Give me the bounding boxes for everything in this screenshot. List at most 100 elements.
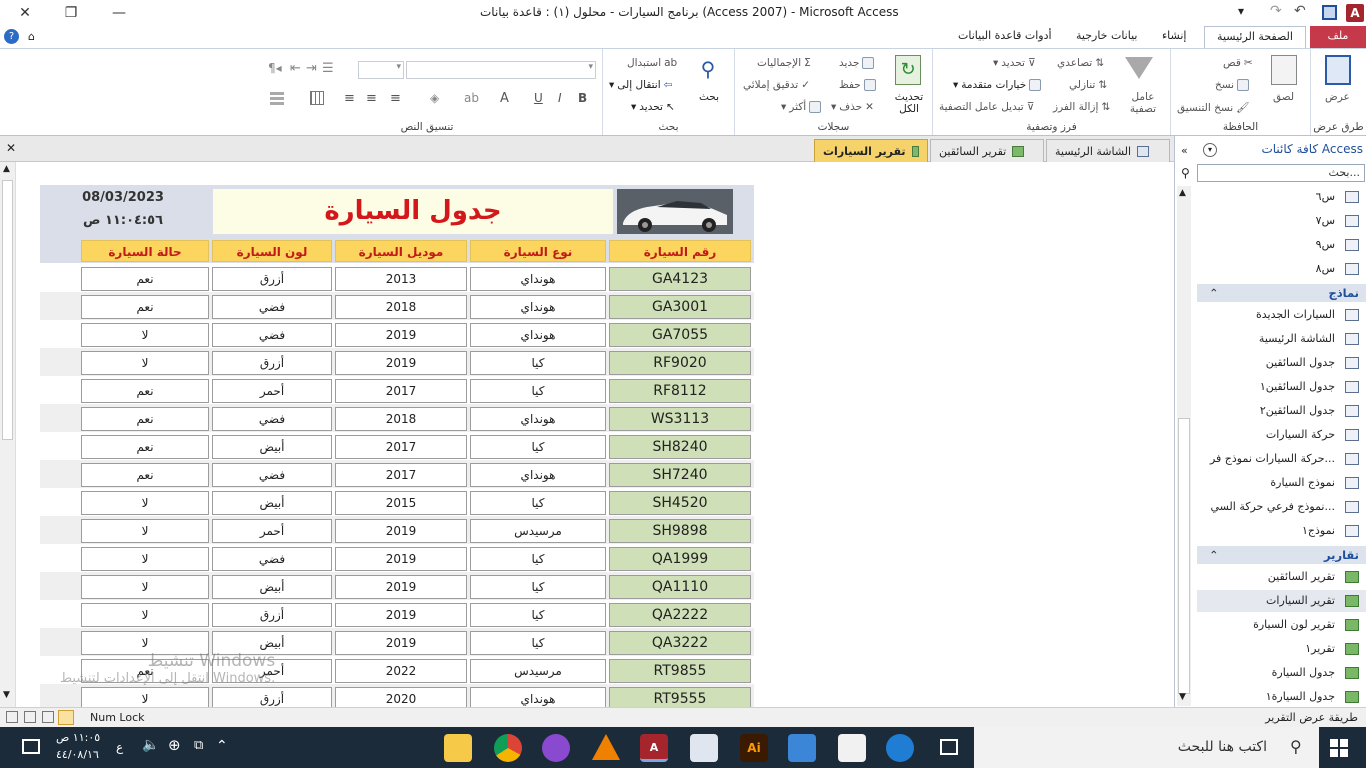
task-view-icon[interactable] xyxy=(940,739,958,755)
numbering-icon[interactable]: ☰ xyxy=(322,61,334,76)
nav-item-query[interactable]: س٦ xyxy=(1197,186,1366,208)
nav-item-form[interactable]: جدول السائقين xyxy=(1197,352,1366,374)
advanced-filter-button[interactable]: ▾ خيارات متقدمة xyxy=(953,79,1042,91)
copy-button[interactable]: نسخ xyxy=(1215,79,1250,91)
nav-section-forms[interactable]: نماذج ⌃ xyxy=(1197,284,1366,302)
nav-item-form[interactable]: السيارات الجديدة xyxy=(1197,304,1366,326)
input-language[interactable]: ع xyxy=(116,740,123,754)
selection-button[interactable]: ▾ تحديد ⊽ xyxy=(993,57,1036,69)
nav-item-query[interactable]: س٧ xyxy=(1197,210,1366,232)
remove-sort-button[interactable]: إزالة الفرز ⇅ xyxy=(1053,101,1110,113)
taskbar-date[interactable]: ٤٤/٠٨/١٦ xyxy=(56,748,99,761)
design-view-icon[interactable] xyxy=(6,711,18,723)
tab-cars-report[interactable]: تقرير السيارات xyxy=(814,139,928,162)
underline-icon[interactable]: U xyxy=(534,91,543,105)
nav-item-report[interactable]: جدول السيارة١ xyxy=(1197,686,1366,708)
nav-search-input[interactable]: بحث... xyxy=(1197,164,1365,182)
illustrator-icon[interactable]: Ai xyxy=(740,734,768,762)
start-windows-icon[interactable] xyxy=(1330,739,1348,757)
binoculars-icon[interactable]: ⚲ xyxy=(695,57,721,81)
vertical-scrollbar[interactable]: ▲ ▼ xyxy=(0,162,16,707)
nav-item-report[interactable]: جدول السيارة xyxy=(1197,662,1366,684)
search-icon[interactable]: ⚲ xyxy=(1181,166,1190,180)
minimize-window-button[interactable]: — xyxy=(108,3,130,23)
nav-item-form[interactable]: نموذج١ xyxy=(1197,520,1366,542)
format-painter-button[interactable]: نسخ التنسيق 🖌 xyxy=(1177,101,1250,115)
tab-drivers-report[interactable]: تقرير السائقين xyxy=(930,139,1044,162)
nav-item-query[interactable]: س٩ xyxy=(1197,234,1366,256)
close-document-icon[interactable]: ✕ xyxy=(6,141,16,155)
scroll-thumb[interactable] xyxy=(2,180,13,440)
nav-item-form[interactable]: الشاشة الرئيسية xyxy=(1197,328,1366,350)
filter-icon[interactable] xyxy=(1125,57,1153,79)
print-preview-icon[interactable] xyxy=(42,711,54,723)
save-icon[interactable] xyxy=(1322,5,1337,20)
font-name-dropdown[interactable]: ▾ xyxy=(406,61,596,79)
taskbar-search-icon[interactable]: ⚲ xyxy=(1290,737,1302,756)
tab-create[interactable]: إنشاء xyxy=(1152,26,1196,48)
collapse-chevron-icon[interactable]: ⌃ xyxy=(1209,284,1219,302)
alt-row-color-icon[interactable] xyxy=(270,91,284,105)
nav-item-report[interactable]: تقرير السائقين xyxy=(1197,566,1366,588)
tab-home[interactable]: الصفحة الرئيسية xyxy=(1204,26,1306,48)
show-hidden-icons[interactable]: ⌃ xyxy=(216,738,228,754)
redo-icon[interactable]: ↷ xyxy=(1270,3,1282,19)
nav-item-form[interactable]: حركة السيارات نموذج فر... xyxy=(1197,448,1366,470)
collapse-chevron-icon[interactable]: ⌃ xyxy=(1209,546,1219,564)
increase-indent-icon[interactable]: ⇥ xyxy=(306,61,317,76)
nav-item-form[interactable]: جدول السائقين٢ xyxy=(1197,400,1366,422)
refresh-icon[interactable]: ↻ xyxy=(895,55,921,85)
network-icon[interactable]: ⧉ xyxy=(194,738,203,753)
tab-main-screen[interactable]: الشاشة الرئيسية xyxy=(1046,139,1170,162)
highlight-icon[interactable]: ab xyxy=(464,91,479,105)
totals-button[interactable]: الإجماليات Σ xyxy=(757,57,811,69)
nav-item-report[interactable]: تقرير السيارات xyxy=(1197,590,1366,612)
italic-icon[interactable]: I xyxy=(558,91,562,105)
maximize-window-button[interactable]: ❐ xyxy=(60,3,82,23)
toggle-filter-button[interactable]: تبديل عامل التصفية ⊽ xyxy=(939,101,1034,113)
align-center-icon[interactable]: ≡ xyxy=(366,91,377,106)
spelling-button[interactable]: تدقيق إملائي ✓ xyxy=(743,79,810,91)
close-window-button[interactable]: ✕ xyxy=(14,3,36,23)
nav-section-reports[interactable]: تقارير ⌃ xyxy=(1197,546,1366,564)
quick-access-dropdown-icon[interactable]: ▾ xyxy=(1238,4,1244,18)
replace-button[interactable]: استبدال ab xyxy=(627,57,677,69)
view-button[interactable]: عرض xyxy=(1325,91,1350,103)
zoom-app-icon[interactable] xyxy=(542,734,570,762)
vlc-icon[interactable] xyxy=(592,734,620,760)
rtl-icon[interactable]: ¶◂ xyxy=(268,61,282,75)
store-icon[interactable] xyxy=(838,734,866,762)
sort-ascending-button[interactable]: تصاعدي ⇅ xyxy=(1057,57,1104,69)
select-button[interactable]: ▾ تحديد ↖ xyxy=(631,101,675,113)
help-icon[interactable]: ? xyxy=(4,29,19,44)
find-button[interactable]: بحث xyxy=(699,91,719,103)
access-taskbar-icon[interactable]: A xyxy=(640,734,668,762)
edge-icon[interactable] xyxy=(886,734,914,762)
nav-item-query[interactable]: س٨ xyxy=(1197,258,1366,280)
filter-button[interactable]: عامل تصفية xyxy=(1123,91,1163,115)
gridlines-icon[interactable] xyxy=(310,91,324,105)
nav-item-form[interactable]: نموذج السيارة xyxy=(1197,472,1366,494)
nav-item-form[interactable]: حركة السيارات xyxy=(1197,424,1366,446)
nav-scrollbar[interactable]: ▲ ▼ xyxy=(1177,186,1191,706)
language-globe-icon[interactable]: ⊕ xyxy=(168,736,181,754)
taskbar-time[interactable]: ١١:٠٥ ص xyxy=(56,731,100,744)
nav-scroll-thumb[interactable] xyxy=(1178,418,1190,694)
nav-scroll-down-icon[interactable]: ▼ xyxy=(1179,692,1186,702)
align-right-icon[interactable]: ≡ xyxy=(390,91,401,106)
volume-icon[interactable]: 🔈 xyxy=(142,737,159,753)
taskbar-search-input[interactable]: اكتب هنا للبحث xyxy=(974,727,1319,768)
decrease-indent-icon[interactable]: ⇤ xyxy=(290,61,301,76)
goto-button[interactable]: ▾ انتقال إلى ⇦ xyxy=(609,79,672,91)
scroll-down-icon[interactable]: ▼ xyxy=(3,690,10,700)
undo-icon[interactable]: ↶ xyxy=(1294,3,1306,19)
scroll-up-icon[interactable]: ▲ xyxy=(3,164,10,174)
align-left-icon[interactable]: ≡ xyxy=(344,91,355,106)
access-app-icon[interactable]: A xyxy=(1346,4,1364,22)
tab-database-tools[interactable]: أدوات قاعدة البيانات xyxy=(948,26,1062,48)
bold-icon[interactable]: B xyxy=(578,91,587,105)
nav-item-form[interactable]: جدول السائقين١ xyxy=(1197,376,1366,398)
more-button[interactable]: ▾ أكثر xyxy=(781,101,822,113)
delete-record-button[interactable]: ▾ حذف ✕ xyxy=(831,101,874,113)
paste-icon[interactable] xyxy=(1271,55,1297,85)
